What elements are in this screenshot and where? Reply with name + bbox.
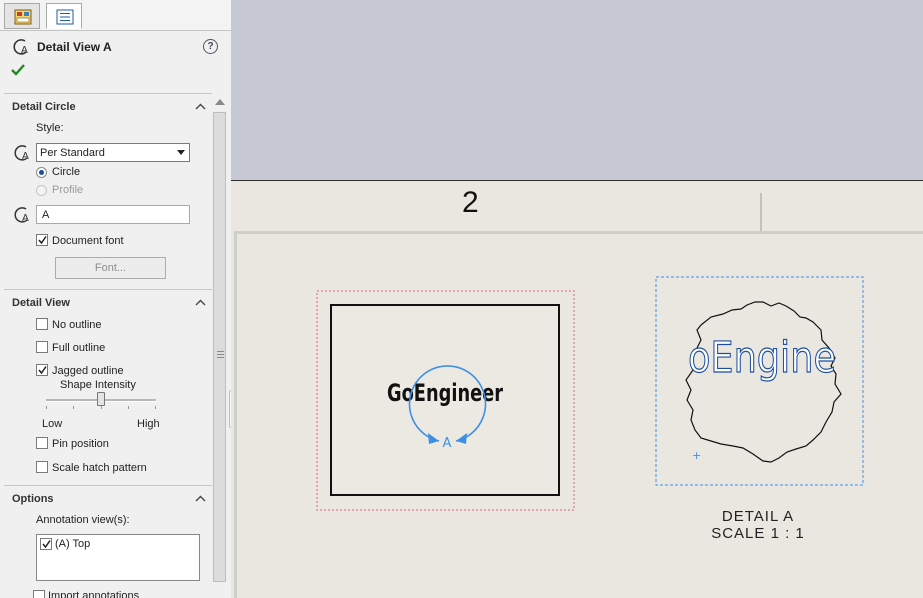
- style-dropdown[interactable]: Per Standard: [36, 143, 190, 162]
- detail-view-icon: A: [13, 39, 28, 56]
- section-detail-circle-header[interactable]: Detail Circle: [0, 98, 212, 118]
- grip-icon: [217, 351, 224, 352]
- pin-position-checkbox[interactable]: [36, 437, 48, 449]
- full-outline-checkbox[interactable]: [36, 341, 48, 353]
- property-manager-panel: A Detail View A ? Detail Circle Style: A…: [0, 0, 232, 598]
- chevron-up-icon[interactable]: [195, 103, 206, 110]
- tab-feature-list[interactable]: [46, 3, 82, 29]
- divider: [4, 93, 212, 94]
- pin-position-label: Pin position: [52, 438, 109, 450]
- circle-label: A: [443, 436, 452, 451]
- check-icon: [42, 540, 51, 549]
- check-icon: [38, 366, 47, 375]
- jagged-outline-checkbox[interactable]: [36, 364, 48, 376]
- slider-ticks: [46, 406, 156, 410]
- label-input-value: A: [42, 209, 50, 221]
- slider-high-label: High: [137, 418, 160, 430]
- import-annotations-label: Import annotations: [48, 590, 140, 598]
- list-icon: [56, 9, 74, 25]
- document-font-label: Document font: [52, 235, 124, 247]
- panel-title-row: A Detail View A ?: [0, 36, 231, 58]
- section-options-header[interactable]: Options: [0, 490, 212, 510]
- detail-text: oEngine: [688, 333, 836, 383]
- radio-circle-label: Circle: [52, 166, 81, 178]
- no-outline-label: No outline: [52, 319, 102, 331]
- full-outline-label: Full outline: [52, 342, 106, 354]
- page-title: Detail View A: [37, 40, 112, 54]
- section-detail-view-header[interactable]: Detail View: [0, 294, 212, 314]
- circle-style-icon: A: [14, 145, 29, 162]
- svg-text:A: A: [21, 45, 28, 56]
- scale-hatch-checkbox[interactable]: [36, 461, 48, 473]
- chevron-up-icon[interactable]: [195, 299, 206, 306]
- chevron-up-icon[interactable]: [195, 495, 206, 502]
- scroll-up-arrow-icon[interactable]: [215, 99, 225, 105]
- svg-text:A: A: [22, 151, 29, 162]
- style-dropdown-value: Per Standard: [40, 147, 105, 159]
- shape-intensity-slider-thumb[interactable]: [97, 392, 105, 406]
- detail-caption-line2: SCALE 1 : 1: [711, 525, 805, 542]
- label-input[interactable]: A: [36, 205, 190, 224]
- detail-caption-line1: DETAIL A: [721, 508, 795, 525]
- annotation-view-checkbox[interactable]: [40, 538, 52, 550]
- property-manager-icon: [14, 9, 32, 25]
- section-title: Options: [12, 493, 54, 505]
- panel-scrollbar[interactable]: [212, 94, 228, 598]
- import-annotations-checkbox[interactable]: [33, 590, 45, 598]
- help-icon[interactable]: ?: [203, 39, 218, 54]
- list-item[interactable]: (A) Top: [55, 538, 90, 550]
- svg-text:A: A: [22, 213, 29, 224]
- no-outline-checkbox[interactable]: [36, 318, 48, 330]
- style-label: Style:: [36, 122, 64, 134]
- radio-circle[interactable]: [36, 167, 47, 178]
- section-title: Detail View: [12, 297, 70, 309]
- scale-hatch-label: Scale hatch pattern: [52, 462, 147, 474]
- drawing-canvas[interactable]: 2 GoEngineer A oEngine + DETAIL A SCALE …: [231, 0, 923, 598]
- divider: [4, 289, 212, 290]
- radio-profile[interactable]: [36, 185, 47, 196]
- annotation-views-label: Annotation view(s):: [36, 514, 130, 526]
- shape-intensity-label: Shape Intensity: [60, 379, 136, 391]
- scrollbar-thumb[interactable]: [213, 112, 226, 582]
- section-title: Detail Circle: [12, 101, 76, 113]
- jagged-outline-label: Jagged outline: [52, 365, 124, 377]
- check-icon: [38, 236, 47, 245]
- font-button[interactable]: Font...: [55, 257, 166, 279]
- divider: [4, 485, 212, 486]
- ok-check-icon[interactable]: [11, 64, 25, 76]
- panel-tabs: [0, 0, 231, 31]
- slider-low-label: Low: [42, 418, 63, 430]
- label-icon: A: [14, 207, 29, 224]
- document-font-checkbox[interactable]: [36, 234, 48, 246]
- radio-profile-label: Profile: [52, 184, 84, 196]
- annotation-views-list[interactable]: (A) Top: [36, 534, 200, 581]
- dropdown-arrow-icon: [177, 150, 185, 155]
- tab-property-manager[interactable]: [4, 3, 40, 29]
- origin-plus-icon: +: [692, 449, 701, 462]
- detail-caption: DETAIL A SCALE 1 : 1: [683, 508, 833, 542]
